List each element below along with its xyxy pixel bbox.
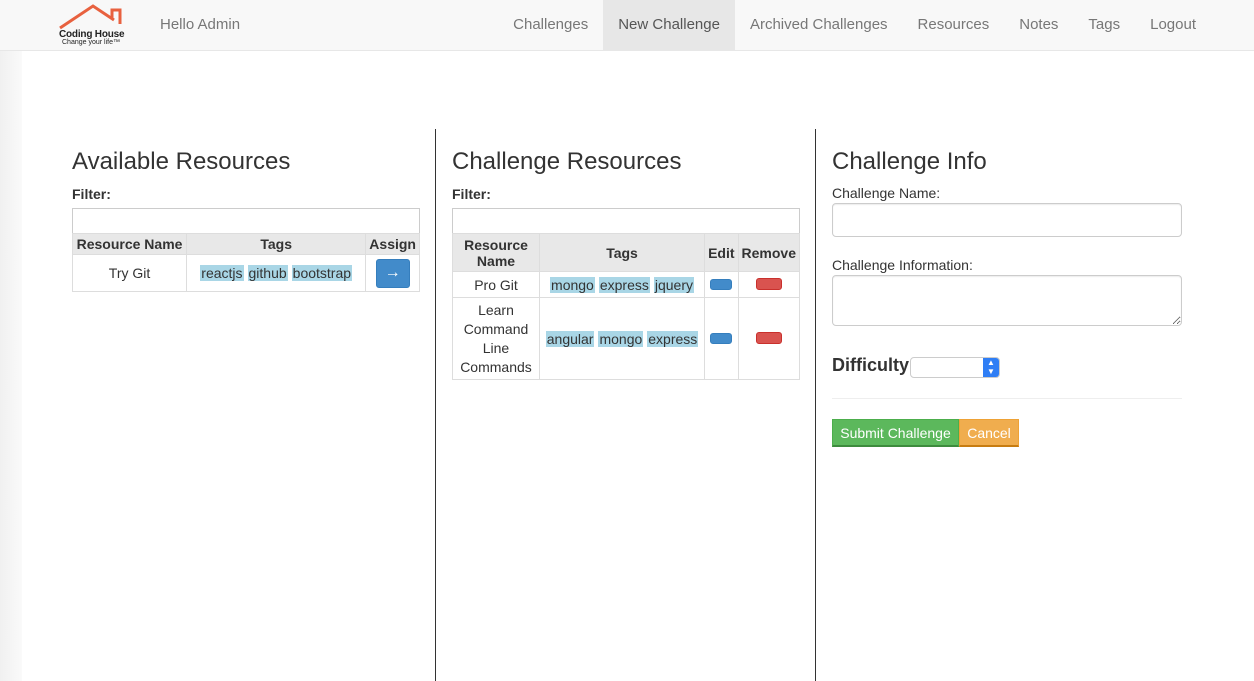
challenge-info-title: Challenge Info bbox=[832, 148, 987, 175]
challenge-resources-panel: Challenge Resources Filter: Resource Nam… bbox=[452, 129, 801, 681]
tag-badge: angular bbox=[545, 330, 595, 347]
greeting: Hello Admin bbox=[160, 16, 241, 33]
tags-cell: mongo express jquery bbox=[538, 271, 706, 298]
challenge-information-textarea[interactable] bbox=[832, 275, 1182, 326]
column-header-remove: Remove bbox=[737, 233, 801, 272]
navbar: Coding House Change your life™ Hello Adm… bbox=[0, 0, 1254, 51]
main-content: Available Resources Filter: Resource Nam… bbox=[22, 51, 1254, 681]
remove-button[interactable] bbox=[755, 331, 782, 344]
difficulty-label: Difficulty: bbox=[832, 355, 915, 375]
available-resources-title: Available Resources bbox=[72, 148, 291, 175]
nav-logout[interactable]: Logout bbox=[1135, 0, 1211, 50]
nav-resources[interactable]: Resources bbox=[903, 0, 1005, 50]
tag-badge: mongo bbox=[550, 276, 595, 293]
challenge-resources-table: Resource Name Tags Edit Remove Pro Git m… bbox=[452, 233, 801, 380]
column-header-edit: Edit bbox=[704, 233, 739, 272]
challenge-name-input[interactable] bbox=[832, 203, 1182, 237]
select-updown-icon: ▲ ▼ bbox=[983, 358, 999, 377]
remove-cell bbox=[737, 297, 801, 380]
logo-tagline: Change your life™ bbox=[62, 39, 120, 46]
assign-cell: → bbox=[365, 254, 420, 292]
nav-new-challenge[interactable]: New Challenge bbox=[603, 0, 735, 50]
edit-button[interactable] bbox=[710, 278, 733, 290]
available-resources-table: Resource Name Tags Assign Try Git reactj… bbox=[71, 233, 420, 292]
nav-challenges[interactable]: Challenges bbox=[498, 0, 603, 50]
table-header-row: Resource Name Tags Edit Remove bbox=[452, 233, 801, 272]
nav-notes[interactable]: Notes bbox=[1004, 0, 1073, 50]
nav-archived-challenges[interactable]: Archived Challenges bbox=[735, 0, 903, 50]
challenge-info-panel: Challenge Info Challenge Name: Challenge… bbox=[832, 129, 1182, 681]
table-row: Pro Git mongo express jquery bbox=[452, 271, 801, 298]
submit-challenge-button[interactable]: Submit Challenge bbox=[832, 419, 959, 447]
challenge-filter-input[interactable] bbox=[452, 208, 800, 234]
divider-line bbox=[832, 398, 1182, 399]
assign-arrow-button[interactable]: → bbox=[375, 258, 410, 288]
challenge-resources-title: Challenge Resources bbox=[452, 148, 682, 175]
column-divider bbox=[435, 129, 436, 681]
cancel-button[interactable]: Cancel bbox=[959, 419, 1019, 447]
resource-name-cell: Pro Git bbox=[452, 271, 540, 298]
tag-badge: express bbox=[598, 276, 650, 293]
available-filter-input[interactable] bbox=[72, 208, 420, 234]
difficulty-select[interactable]: ▲ ▼ bbox=[910, 357, 1000, 378]
remove-button[interactable] bbox=[755, 277, 782, 290]
tag-badge: mongo bbox=[598, 330, 644, 347]
tags-cell: angular mongo express bbox=[538, 297, 706, 380]
edit-cell bbox=[704, 271, 739, 298]
edit-cell bbox=[704, 297, 739, 380]
remove-cell bbox=[737, 271, 801, 298]
table-row: Try Git reactjs github bootstrap → bbox=[71, 254, 420, 292]
tag-badge: github bbox=[247, 265, 288, 281]
table-row: Learn Command Line Commands angular mongo… bbox=[452, 297, 801, 380]
column-header-tags: Tags bbox=[186, 233, 367, 255]
column-divider bbox=[815, 129, 816, 681]
column-header-assign: Assign bbox=[365, 233, 420, 255]
house-logo-icon bbox=[59, 4, 122, 30]
resource-name-cell: Learn Command Line Commands bbox=[452, 297, 540, 380]
challenge-name-label: Challenge Name: bbox=[832, 185, 941, 201]
tag-badge: express bbox=[647, 330, 699, 347]
column-header-resource-name: Resource Name bbox=[452, 233, 540, 272]
challenge-information-label: Challenge Information: bbox=[832, 257, 973, 273]
nav-tags[interactable]: Tags bbox=[1073, 0, 1135, 50]
coding-house-logo[interactable]: Coding House Change your life™ bbox=[56, 4, 136, 48]
resource-name-cell: Try Git bbox=[71, 254, 188, 292]
available-resources-panel: Available Resources Filter: Resource Nam… bbox=[71, 129, 420, 681]
tag-badge: jquery bbox=[653, 276, 695, 293]
page-gutter bbox=[0, 51, 22, 681]
column-header-resource-name: Resource Name bbox=[71, 233, 188, 255]
nav-menu: Challenges New Challenge Archived Challe… bbox=[498, 0, 1211, 50]
filter-label: Filter: bbox=[452, 186, 491, 202]
tag-badge: bootstrap bbox=[291, 265, 353, 281]
table-header-row: Resource Name Tags Assign bbox=[71, 233, 420, 255]
tags-cell: reactjs github bootstrap bbox=[186, 254, 367, 292]
column-header-tags: Tags bbox=[538, 233, 706, 272]
tag-badge: reactjs bbox=[200, 265, 244, 281]
filter-label: Filter: bbox=[72, 186, 111, 202]
edit-button[interactable] bbox=[710, 332, 733, 344]
